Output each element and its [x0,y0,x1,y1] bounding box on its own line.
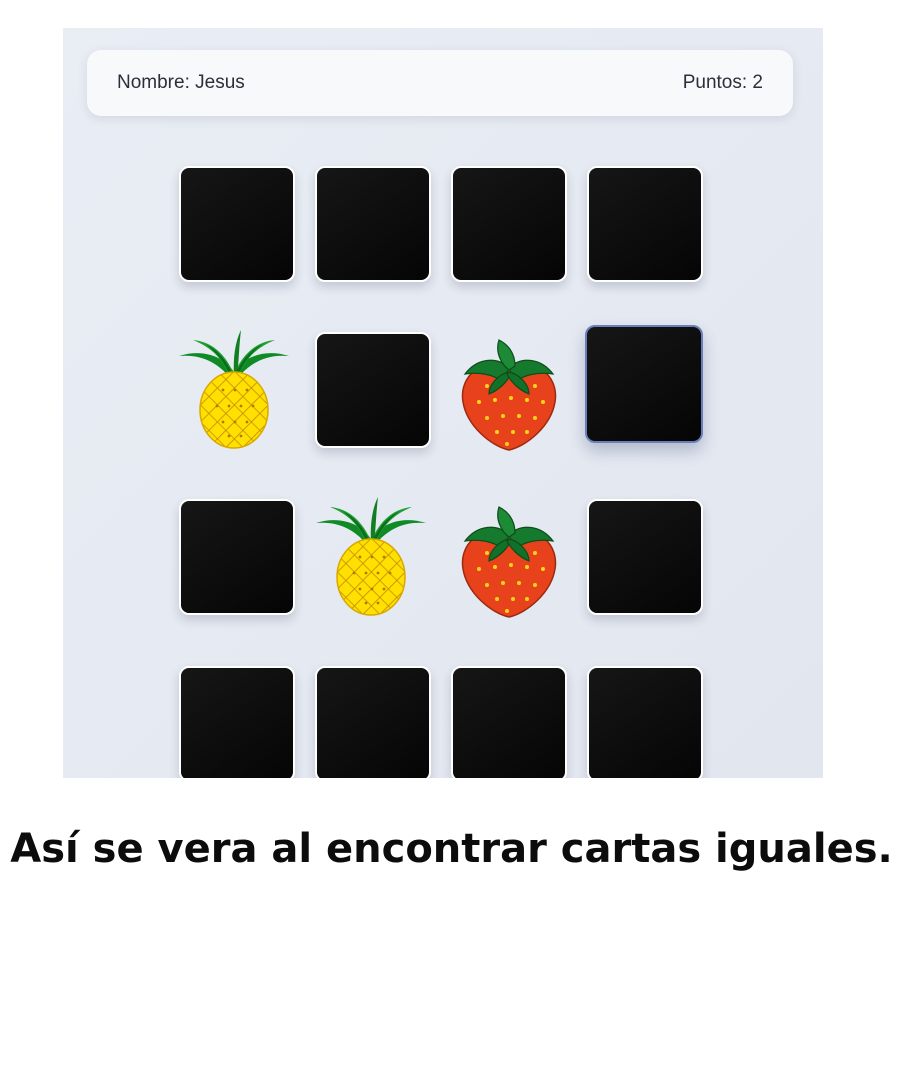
player-name: Nombre: Jesus [117,72,245,93]
card-back[interactable] [315,166,431,282]
card-back-selected[interactable] [585,325,703,443]
card-back[interactable] [587,666,703,778]
card-back[interactable] [587,166,703,282]
card-back[interactable] [451,666,567,778]
score-display: Puntos: 2 [682,72,763,93]
card-back[interactable] [587,499,703,615]
pineapple-card [175,328,293,450]
strawberry-icon [461,339,557,451]
pineapple-icon [179,330,289,449]
caption-text: Así se vera al encontrar cartas iguales. [10,826,893,872]
card-back[interactable] [315,666,431,778]
card-back[interactable] [179,666,295,778]
card-back[interactable] [179,166,295,282]
player-header: Nombre: Jesus Puntos: 2 [87,50,793,116]
game-screen: Nombre: Jesus Puntos: 2 [63,28,823,778]
strawberry-card [459,501,559,619]
strawberry-icon [461,506,557,618]
card-back[interactable] [179,499,295,615]
card-back[interactable] [451,166,567,282]
pineapple-card [312,495,430,617]
strawberry-card [459,334,559,452]
card-back[interactable] [315,332,431,448]
pineapple-icon [316,497,426,616]
